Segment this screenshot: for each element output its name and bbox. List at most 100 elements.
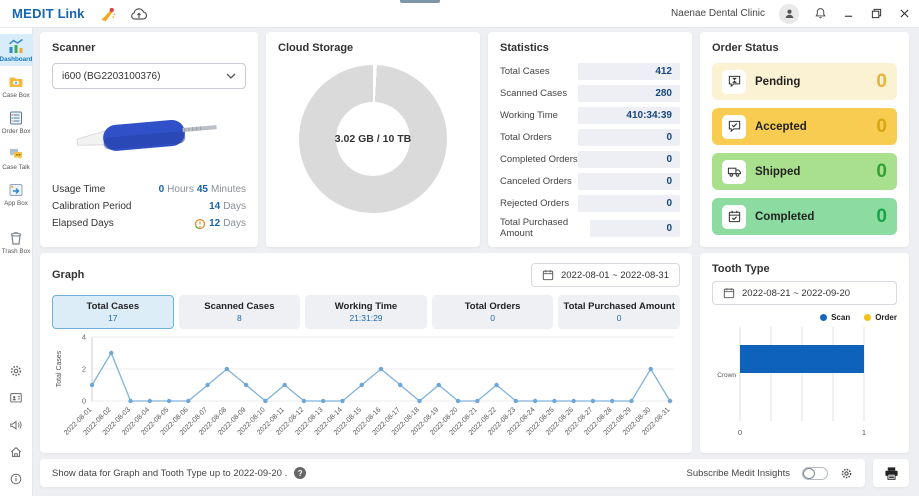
shipped-icon [722,160,746,184]
remote-support-icon[interactable] [9,391,23,405]
order-status-count: 0 [876,71,887,93]
sidebar-label: Dashboard [0,56,32,63]
sidebar-item-app-box[interactable]: App Box [0,178,33,210]
sidebar-label: Case Box [2,92,29,99]
subscribe-toggle[interactable] [802,467,828,480]
tab-working-time[interactable]: Working Time 21:31:29 [305,295,427,329]
user-avatar[interactable] [779,4,799,24]
storage-donut-chart: 3.02 GB / 10 TB [299,65,447,213]
calibration-row: Calibration Period 14 Days [52,198,246,215]
storage-usage-text: 3.02 GB / 10 TB [299,65,447,213]
tab-scanned-cases[interactable]: Scanned Cases 8 [179,295,301,329]
chevron-down-icon [226,73,236,79]
order-status-count: 0 [876,161,887,183]
folder-icon [8,74,24,90]
stat-value: 280 [578,85,680,102]
sidebar-label: App Box [4,200,28,207]
calibration-unit: Days [223,198,246,215]
stat-label: Total Purchased Amount [500,217,590,239]
notifications-bell-icon[interactable] [813,7,827,21]
print-button[interactable] [873,459,909,487]
scanner-device-name: i600 (BG2203100376) [62,71,160,82]
order-status-completed[interactable]: Completed0 [712,198,897,235]
settings-gear-icon[interactable] [9,364,23,378]
stat-value: 0 [578,129,680,146]
calendar-icon [723,287,735,299]
tab-total-cases[interactable]: Total Cases 17 [52,295,174,329]
window-drag-notch [400,0,440,3]
usage-time-row: Usage Time 0 Hours 45 Minutes [52,181,246,198]
order-status-label: Accepted [755,121,807,133]
graph-tabs: Total Cases 17 Scanned Cases 8 Working T… [52,295,680,329]
dashboard-chart-icon [8,38,24,54]
tooth-date-range-button[interactable]: 2022-08-21 ~ 2022-09-20 [712,281,897,305]
tab-total-purchased-amount[interactable]: Total Purchased Amount 0 [558,295,680,329]
subscribe-label: Subscribe Medit Insights [687,468,791,479]
tooth-type-card: Tooth Type 2022-08-21 ~ 2022-09-20 Scan … [700,253,909,453]
sidebar-item-case-box[interactable]: Case Box [0,70,33,102]
announcement-horn-icon[interactable] [98,6,116,22]
elapsed-label: Elapsed Days [52,215,114,232]
cloud-sync-icon[interactable] [130,6,148,22]
order-status-rows: Pending0Accepted0Shipped0Completed0 [712,63,897,235]
scan-legend-dot [820,314,827,321]
svg-text:1: 1 [862,428,866,437]
scan-legend-label: Scan [831,313,850,322]
stat-row: Completed Orders0 [500,151,680,168]
graph-date-range-button[interactable]: 2022-08-01 ~ 2022-08-31 [531,263,680,287]
home-icon[interactable] [9,445,23,459]
announcements-megaphone-icon[interactable] [9,418,23,432]
restore-button[interactable] [869,7,883,21]
sidebar-item-dashboard[interactable]: Dashboard [0,34,33,66]
stat-label: Rejected Orders [500,198,569,209]
order-legend-label: Order [875,313,897,322]
svg-text:4: 4 [82,333,86,342]
usage-minutes: 45 [197,181,208,198]
completed-icon [722,205,746,229]
statistics-rows: Total Cases412Scanned Cases280Working Ti… [500,63,680,239]
order-status-accepted[interactable]: Accepted0 [712,108,897,145]
sidebar-label: Case Talk [2,164,30,171]
calendar-icon [542,269,554,281]
clinic-name: Naenae Dental Clinic [671,8,765,19]
scanner-select[interactable]: i600 (BG2203100376) [52,63,246,89]
tab-total-orders[interactable]: Total Orders 0 [432,295,554,329]
order-status-shipped[interactable]: Shipped0 [712,153,897,190]
scanner-card: Scanner i600 (BG2203100376) [40,32,258,247]
title-bar: MEDIT Link Naenae Dental Clinic [0,0,919,28]
statistics-card: Statistics Total Cases412Scanned Cases28… [488,32,692,247]
sidebar-item-case-talk[interactable]: Case Talk [0,142,33,174]
app-box-arrow-icon [8,182,24,198]
order-legend-dot [864,314,871,321]
stat-label: Canceled Orders [500,176,572,187]
trash-icon [8,230,24,246]
stat-value: 410:34:39 [578,107,680,124]
order-status-pending[interactable]: Pending0 [712,63,897,100]
cloud-storage-title: Cloud Storage [278,42,468,54]
svg-text:2: 2 [82,365,86,374]
order-status-card: Order Status Pending0Accepted0Shipped0Co… [700,32,909,247]
sidebar-item-trash-box[interactable]: Trash Box [0,226,33,258]
stat-row: Total Purchased Amount0 [500,217,680,239]
stat-value: 0 [578,151,680,168]
app-logo: MEDIT Link [12,6,84,21]
toggle-knob [803,468,815,479]
stat-row: Canceled Orders0 [500,173,680,190]
footer-settings-gear-icon[interactable] [840,467,853,480]
order-status-label: Completed [755,211,814,223]
calibration-label: Calibration Period [52,198,132,215]
sidebar-item-order-box[interactable]: Order Box [0,106,33,138]
stat-label: Total Orders [500,132,552,143]
minimize-button[interactable] [841,7,855,21]
info-icon[interactable] [9,472,23,486]
elapsed-value: 12 [209,215,220,232]
svg-text:Total Cases: Total Cases [56,350,63,387]
tooth-type-title: Tooth Type [712,263,897,275]
calibration-warning-icon [194,218,206,230]
svg-text:0: 0 [738,428,742,437]
graph-card: Graph 2022-08-01 ~ 2022-08-31 Total Case… [40,253,692,453]
help-question-icon[interactable]: ? [294,467,306,479]
close-button[interactable] [897,7,911,21]
printer-icon [884,466,899,481]
calibration-value: 14 [209,198,220,215]
